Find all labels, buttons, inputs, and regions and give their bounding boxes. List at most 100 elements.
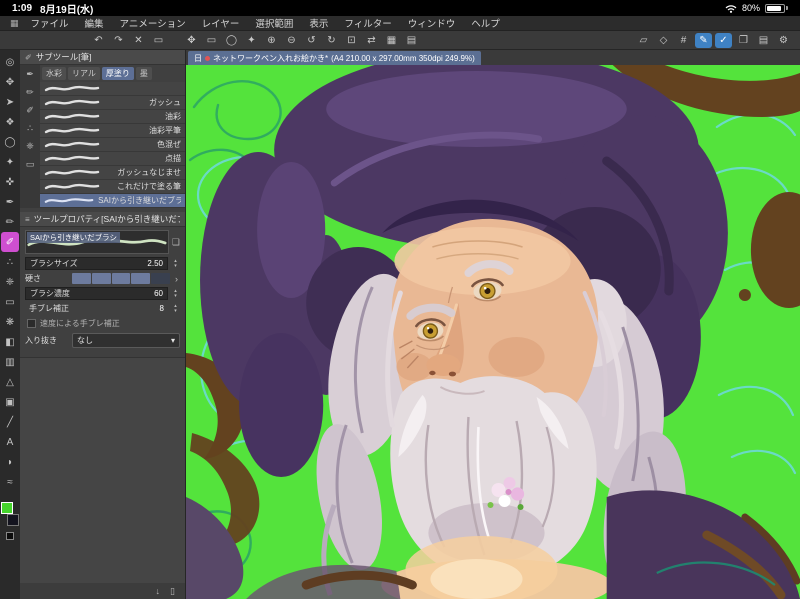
stylus-mode-icon[interactable]: ✎ <box>695 32 712 48</box>
brush-item[interactable]: これだけで塗る筆 <box>40 180 185 194</box>
brush-item[interactable] <box>40 82 185 96</box>
hardness-segment[interactable] <box>151 273 170 284</box>
pencil-tool-icon[interactable]: ✏ <box>1 212 19 232</box>
eraser-group-icon[interactable]: ▭ <box>26 159 35 170</box>
confirm-icon[interactable]: ✓ <box>715 32 732 48</box>
capture-icon[interactable]: ❐ <box>735 33 752 48</box>
gradient-tool-icon[interactable]: ▥ <box>1 352 19 372</box>
brush-item[interactable]: 油彩 <box>40 110 185 124</box>
register-subtool-icon[interactable]: ❏ <box>172 237 180 248</box>
marquee-select-icon[interactable]: ▭ <box>203 33 220 48</box>
flip-horizontal-icon[interactable]: ⇄ <box>363 33 380 48</box>
hardness-segment[interactable] <box>72 273 91 284</box>
step-down-icon[interactable]: ▾ <box>174 263 177 269</box>
rotate-right-icon[interactable]: ↻ <box>323 33 340 48</box>
brush-group-tab[interactable]: 厚塗り <box>101 67 134 80</box>
workspace-icon[interactable]: ▤ <box>755 33 772 48</box>
move-canvas-tool-icon[interactable]: ✥ <box>1 72 19 92</box>
balloon-tool-icon[interactable]: ◗ <box>1 452 19 472</box>
menu-item[interactable]: アニメーション <box>112 16 194 30</box>
step-down-icon[interactable]: ▾ <box>174 308 177 314</box>
brush-preview[interactable]: SAIから引き継いだブラシ <box>25 230 169 254</box>
import-icon[interactable]: ↓ <box>156 586 161 596</box>
speed-stabilization-checkbox[interactable] <box>27 319 36 328</box>
snap-special-ruler-icon[interactable]: ◇ <box>655 33 672 48</box>
trash-icon[interactable]: ▯ <box>170 586 175 597</box>
eraser-tool-icon[interactable]: ▭ <box>1 292 19 312</box>
brush-tool-icon[interactable]: ✐ <box>1 232 19 252</box>
deselect-icon[interactable]: ▭ <box>150 33 167 48</box>
brush-density-stepper[interactable]: ▴ ▾ <box>171 288 180 299</box>
pen-tool-icon[interactable]: ✒ <box>1 192 19 212</box>
brush-item[interactable]: 油彩平筆 <box>40 124 185 138</box>
zoom-out-icon[interactable]: ⊖ <box>283 33 300 48</box>
in-out-dropdown[interactable]: なし ▾ <box>72 333 180 348</box>
snap-ruler-icon[interactable]: ▱ <box>635 33 652 48</box>
brush-item[interactable]: SAIから引き継いだブラシ <box>40 194 185 208</box>
subtool-panel-header[interactable]: ✐ サブツール[筆] <box>20 50 185 65</box>
menu-item[interactable]: 表示 <box>301 16 336 30</box>
decoration-tool-icon[interactable]: ❈ <box>1 272 19 292</box>
text-tool-icon[interactable]: A <box>1 432 19 452</box>
auto-select-icon[interactable]: ✦ <box>243 33 260 48</box>
canvas-artwork[interactable] <box>186 65 800 599</box>
redo-icon[interactable]: ↷ <box>110 33 127 48</box>
canvas-viewport[interactable] <box>186 65 800 599</box>
ruler-tool-icon[interactable]: ╱ <box>1 412 19 432</box>
brush-group-icon[interactable]: ✐ <box>26 105 34 116</box>
pen-group-icon[interactable]: ✒ <box>26 69 34 80</box>
menu-item[interactable]: 編集 <box>77 16 112 30</box>
brush-item[interactable]: 点描 <box>40 152 185 166</box>
blend-tool-icon[interactable]: ❋ <box>1 312 19 332</box>
stabilization-field[interactable]: 手ブレ補正 8 <box>25 303 168 314</box>
foreground-color-swatch[interactable] <box>1 502 13 514</box>
fit-to-screen-icon[interactable]: ⊡ <box>343 33 360 48</box>
menu-item[interactable]: 選択範囲 <box>247 16 301 30</box>
hardness-slider[interactable] <box>72 273 170 284</box>
menu-item[interactable]: フィルター <box>336 16 399 30</box>
decoration-group-icon[interactable]: ❈ <box>26 141 34 152</box>
airbrush-group-icon[interactable]: ∴ <box>27 123 33 134</box>
zoom-in-icon[interactable]: ⊕ <box>263 33 280 48</box>
transparent-color-swatch[interactable] <box>6 532 14 540</box>
selection-tool-icon[interactable]: ◯ <box>1 132 19 152</box>
lasso-select-icon[interactable]: ◯ <box>223 33 240 48</box>
canvas-tab[interactable]: 日 ネットワークペン入れお絵かき* (A4 210.00 x 297.00mm … <box>188 51 481 65</box>
pencil-group-icon[interactable]: ✏ <box>26 87 34 98</box>
frame-tool-icon[interactable]: ▣ <box>1 392 19 412</box>
brush-size-stepper[interactable]: ▴ ▾ <box>171 258 180 269</box>
menu-item[interactable]: ファイル <box>23 16 77 30</box>
property-panel-header[interactable]: ≡ ツールプロパティ[SAIから引き継いだブ <box>20 212 185 227</box>
auto-select-tool-icon[interactable]: ✦ <box>1 152 19 172</box>
brush-group-tab[interactable]: 水彩 <box>42 67 66 80</box>
hardness-expand-icon[interactable]: › <box>173 274 180 284</box>
hardness-segment[interactable] <box>131 273 151 284</box>
figure-tool-icon[interactable]: △ <box>1 372 19 392</box>
eyedropper-tool-icon[interactable]: ✜ <box>1 172 19 192</box>
menu-item[interactable]: ウィンドウ <box>400 16 464 30</box>
brush-group-tab[interactable]: リアル <box>68 67 100 80</box>
brush-item[interactable]: ガッシュなじませ <box>40 166 185 180</box>
hardness-segment[interactable] <box>91 273 111 284</box>
operation-tool-icon[interactable]: ➤ <box>1 92 19 112</box>
material-panel-icon[interactable]: ▤ <box>403 33 420 48</box>
settings-icon[interactable]: ⚙ <box>775 33 792 48</box>
background-color-swatch[interactable] <box>7 514 19 526</box>
brush-item[interactable]: 色混ぜ <box>40 138 185 152</box>
move-tool-icon[interactable]: ✥ <box>183 33 200 48</box>
line-correct-tool-icon[interactable]: ≈ <box>1 472 19 492</box>
hardness-segment[interactable] <box>111 273 131 284</box>
clear-icon[interactable]: ✕ <box>130 33 147 48</box>
menu-item[interactable]: レイヤー <box>194 16 248 30</box>
brush-group-tab[interactable]: 墨 <box>135 67 152 80</box>
stabilization-stepper[interactable]: ▴ ▾ <box>171 303 180 314</box>
undo-icon[interactable]: ↶ <box>90 33 107 48</box>
zoom-tool-icon[interactable]: ◎ <box>1 52 19 72</box>
fill-tool-icon[interactable]: ◧ <box>1 332 19 352</box>
brush-item[interactable]: ガッシュ <box>40 96 185 110</box>
grid-icon[interactable]: ▦ <box>383 33 400 48</box>
brush-density-slider[interactable]: ブラシ濃度 60 <box>25 287 168 300</box>
app-grid-icon[interactable]: ▦ <box>10 18 19 29</box>
menu-item[interactable]: ヘルプ <box>463 16 508 30</box>
airbrush-tool-icon[interactable]: ∴ <box>1 252 19 272</box>
